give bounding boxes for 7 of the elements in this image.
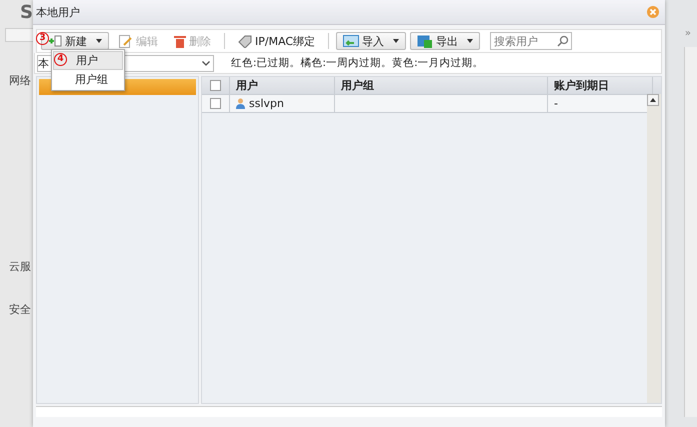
table-cell: - <box>554 97 558 110</box>
step-marker: 4 <box>54 53 67 66</box>
window-title: 本地用户 <box>36 4 80 20</box>
legend-text: 红色:已过期。橘色:一周内过期。黄色:一月内过期。 <box>231 56 484 70</box>
table-cell: sslvpn <box>249 97 284 110</box>
app-logo: S <box>20 2 33 23</box>
step-marker: 3 <box>36 32 49 45</box>
